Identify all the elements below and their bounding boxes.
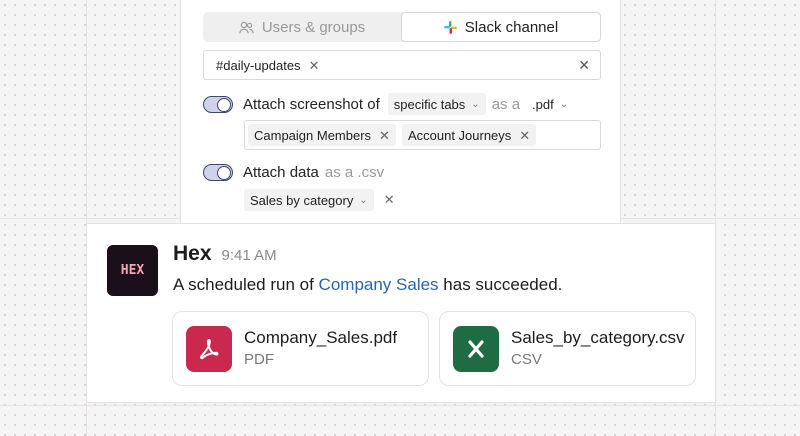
screenshot-label: Attach screenshot of	[243, 95, 380, 113]
message-text: A scheduled run of Company Sales has suc…	[173, 275, 562, 295]
channel-chip-label: #daily-updates	[216, 57, 301, 73]
data-format-text: as a .csv	[324, 164, 385, 181]
recipient-type-toggle: Users & groups Slack channel	[203, 12, 601, 42]
dataset-row: Sales by category ⌄ ✕	[244, 189, 395, 211]
chevron-down-icon: ⌄	[559, 98, 569, 110]
chevron-down-icon: ⌄	[359, 194, 368, 206]
channel-chip: #daily-updates ✕	[210, 54, 325, 76]
tab-slack-channel[interactable]: Slack channel	[401, 12, 601, 42]
screenshot-scope-dropdown[interactable]: specific tabs ⌄	[387, 93, 486, 115]
slack-message: HEX Hex 9:41 AM A scheduled run of Compa…	[86, 223, 716, 403]
file-attachment-csv[interactable]: Sales_by_category.csv CSV	[439, 311, 696, 386]
sender-name[interactable]: Hex	[173, 242, 212, 266]
slack-icon	[443, 20, 457, 34]
pdf-icon	[186, 326, 232, 372]
remove-channel-icon[interactable]: ✕	[309, 59, 320, 72]
clear-channel-icon[interactable]: ✕	[578, 57, 594, 74]
screenshot-row: Attach screenshot of specific tabs ⌄ as …	[203, 93, 575, 115]
tab-users-groups-label: Users & groups	[261, 18, 366, 36]
channel-input[interactable]: #daily-updates ✕ ✕	[203, 50, 601, 80]
tab-chip: Account Journeys ✕	[401, 124, 537, 146]
avatar-logo: HEX	[120, 263, 145, 278]
remove-dataset-icon[interactable]: ✕	[384, 192, 395, 208]
remove-tab-icon[interactable]: ✕	[519, 129, 530, 142]
message-text-after: has succeeded.	[438, 275, 563, 294]
message-text-before: A scheduled run of	[173, 275, 319, 294]
tab-users-groups[interactable]: Users & groups	[203, 12, 401, 42]
excel-icon	[453, 326, 499, 372]
file-name: Company_Sales.pdf	[244, 328, 398, 347]
screenshot-toggle[interactable]	[203, 95, 233, 113]
schedule-settings-panel: Users & groups Slack channel #daily-upda…	[180, 0, 621, 240]
remove-tab-icon[interactable]: ✕	[379, 129, 390, 142]
tab-chip-label: Account Journeys	[407, 127, 512, 143]
screenshot-connector: as a	[491, 95, 521, 113]
file-type: PDF	[244, 351, 274, 368]
company-sales-link[interactable]: Company Sales	[319, 275, 439, 294]
dataset-dropdown[interactable]: Sales by category ⌄	[244, 189, 374, 211]
data-row: Attach data as a .csv	[203, 164, 384, 181]
message-time[interactable]: 9:41 AM	[222, 247, 277, 264]
file-name: Sales_by_category.csv	[511, 328, 685, 347]
guide-line	[0, 405, 800, 406]
tab-chip-label: Campaign Members	[254, 127, 372, 143]
file-attachment-pdf[interactable]: Company_Sales.pdf PDF	[172, 311, 429, 386]
screenshot-format-dropdown[interactable]: .pdf ⌄	[526, 93, 575, 115]
data-label: Attach data	[243, 164, 319, 181]
users-icon	[239, 21, 254, 34]
file-type: CSV	[511, 351, 542, 368]
tab-chip: Campaign Members ✕	[248, 124, 396, 146]
dataset-value: Sales by category	[250, 192, 354, 208]
message-header: Hex 9:41 AM	[173, 242, 277, 266]
avatar: HEX	[107, 245, 158, 296]
chevron-down-icon: ⌄	[471, 98, 480, 110]
screenshot-format-value: .pdf	[532, 96, 554, 112]
tab-slack-channel-label: Slack channel	[464, 18, 559, 36]
data-toggle[interactable]	[203, 164, 233, 181]
screenshot-scope-value: specific tabs	[393, 96, 466, 112]
tabs-input[interactable]: Campaign Members ✕ Account Journeys ✕	[244, 120, 601, 150]
